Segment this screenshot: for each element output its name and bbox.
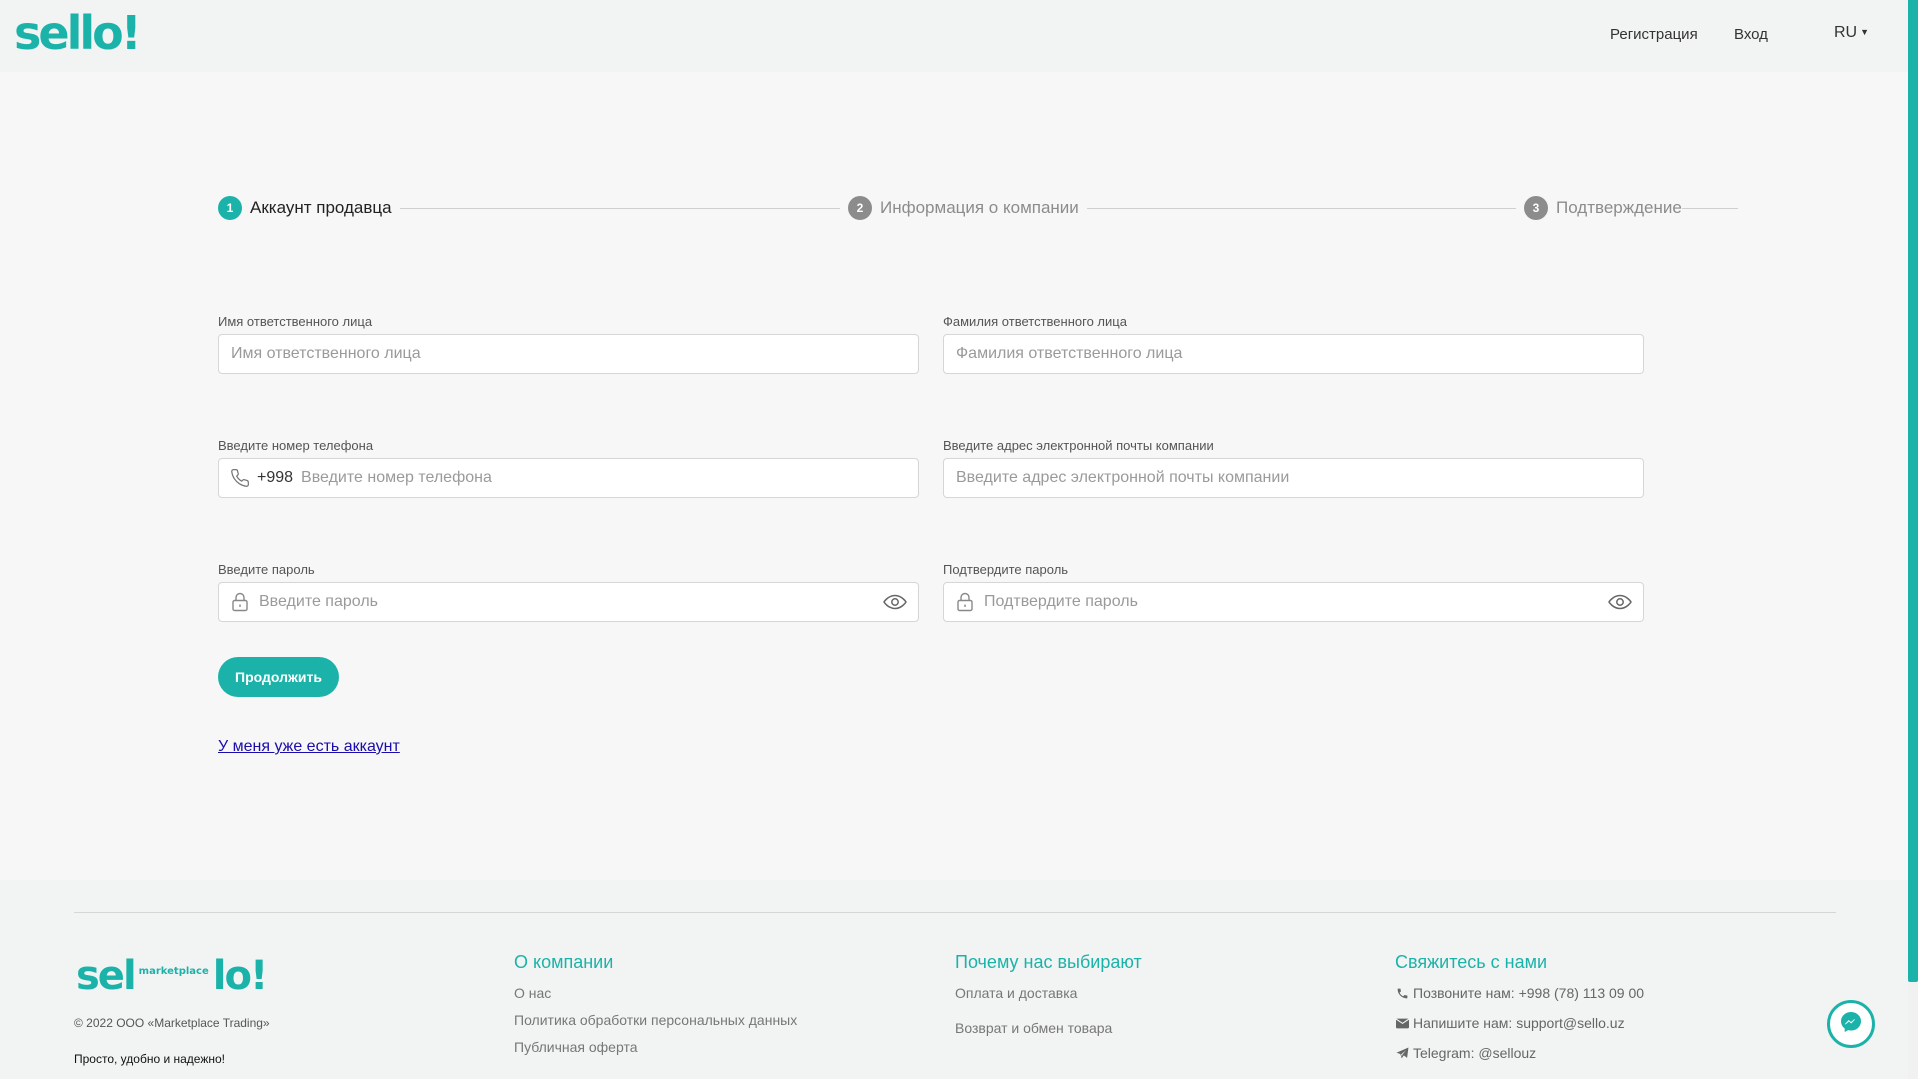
footer-contact-title: Свяжитесь с нами: [1395, 952, 1548, 972]
lock-icon: [954, 591, 976, 613]
phone-label: Введите номер телефона: [218, 438, 374, 453]
step-label: Аккаунт продавца: [250, 198, 392, 217]
footer-link-privacy-policy[interactable]: Политика обработки персональных данных: [514, 1012, 797, 1028]
last-name-field: [943, 334, 1644, 374]
paper-plane-icon: [1395, 1046, 1409, 1060]
footer-link-returns[interactable]: Возврат и обмен товара: [955, 1020, 1142, 1036]
eye-icon[interactable]: [1607, 591, 1633, 613]
sello-logo[interactable]: sello!: [14, 8, 142, 58]
phone-country-code: +998: [257, 469, 294, 486]
first-name-label: Имя ответственного лица: [218, 314, 373, 329]
step-number: 3: [1524, 196, 1548, 220]
eye-icon[interactable]: [882, 591, 908, 613]
copyright: © 2022 ООО «Marketplace Trading»: [74, 1016, 270, 1030]
step-label: Подтверждение: [1556, 198, 1682, 217]
email-label: Введите адрес электронной почты компании: [943, 438, 1214, 453]
confirm-password-label: Подтвердите пароль: [943, 562, 1069, 577]
confirm-password-field: [943, 582, 1644, 622]
first-name-field: [218, 334, 919, 374]
footer-link-payment-delivery[interactable]: Оплата и доставка: [955, 985, 1142, 1001]
language-value: RU: [1834, 24, 1858, 41]
password-field: [218, 582, 919, 622]
messenger-icon: [1839, 1010, 1863, 1039]
contact-email[interactable]: Напишите нам: support@sello.uz: [1395, 1015, 1644, 1031]
phone-input[interactable]: [293, 459, 918, 497]
have-account-link[interactable]: У меня уже есть аккаунт: [218, 738, 400, 756]
email-field: [943, 458, 1644, 498]
contact-email-text: Напишите нам: support@sello.uz: [1413, 1015, 1625, 1031]
step-confirmation: 3 Подтверждение: [1516, 196, 1682, 220]
contact-phone-text: Позвоните нам: +998 (78) 113 09 00: [1413, 985, 1645, 1001]
footer-contact-column: Свяжитесь с нами Позвоните нам: +998 (78…: [1395, 952, 1644, 1075]
slogan: Просто, удобно и надежно!: [74, 1052, 226, 1066]
footer-logo-right: lo!: [212, 953, 268, 999]
phone-field: +998: [218, 458, 919, 498]
registration-stepper: 1 Аккаунт продавца 2 Информация о компан…: [218, 196, 1738, 220]
footer-logo-left: sel: [76, 953, 137, 999]
footer-why-us-column: Почему нас выбирают Оплата и доставка Во…: [955, 952, 1142, 1055]
footer-logo-marketplace: marketplace: [138, 966, 209, 977]
footer-about-column: О компании О нас Политика обработки перс…: [514, 952, 797, 1066]
last-name-label: Фамилия ответственного лица: [943, 314, 1127, 329]
footer-link-public-offer[interactable]: Публичная оферта: [514, 1039, 797, 1055]
password-label: Введите пароль: [218, 562, 315, 577]
caret-down-icon: ▼: [1860, 27, 1870, 37]
messenger-chat-button[interactable]: [1827, 1000, 1875, 1048]
envelope-icon: [1395, 1016, 1409, 1030]
step-company-info: 2 Информация о компании: [840, 196, 1087, 220]
email-input[interactable]: [944, 459, 1643, 497]
step-number: 2: [848, 196, 872, 220]
language-selector[interactable]: RU ▼: [1834, 24, 1869, 42]
scrollbar-thumb[interactable]: [1908, 0, 1918, 982]
footer-link-about-us[interactable]: О нас: [514, 985, 797, 1001]
footer-divider: [74, 912, 1836, 913]
footer-logo[interactable]: sel marketplace lo!: [76, 952, 268, 999]
contact-phone[interactable]: Позвоните нам: +998 (78) 113 09 00: [1395, 985, 1644, 1001]
step-label: Информация о компании: [880, 198, 1079, 217]
phone-icon: [229, 467, 251, 489]
contact-telegram-text: Telegram: @sellouz: [1413, 1045, 1537, 1061]
register-link[interactable]: Регистрация: [1610, 26, 1698, 43]
footer: sel marketplace lo! © 2022 ООО «Marketpl…: [0, 880, 1908, 1079]
step-number: 1: [218, 196, 242, 220]
lock-icon: [229, 591, 251, 613]
password-input[interactable]: [251, 583, 882, 621]
confirm-password-input[interactable]: [976, 583, 1607, 621]
continue-button[interactable]: Продолжить: [218, 657, 339, 697]
step-seller-account: 1 Аккаунт продавца: [218, 196, 400, 220]
header: sello! Регистрация Вход RU ▼: [0, 0, 1908, 72]
contact-telegram[interactable]: Telegram: @sellouz: [1395, 1045, 1644, 1061]
footer-why-us-title: Почему нас выбирают: [955, 952, 1142, 972]
footer-about-title: О компании: [514, 952, 614, 972]
phone-icon: [1395, 986, 1409, 1000]
login-link[interactable]: Вход: [1734, 26, 1768, 43]
last-name-input[interactable]: [944, 335, 1643, 373]
first-name-input[interactable]: [219, 335, 918, 373]
